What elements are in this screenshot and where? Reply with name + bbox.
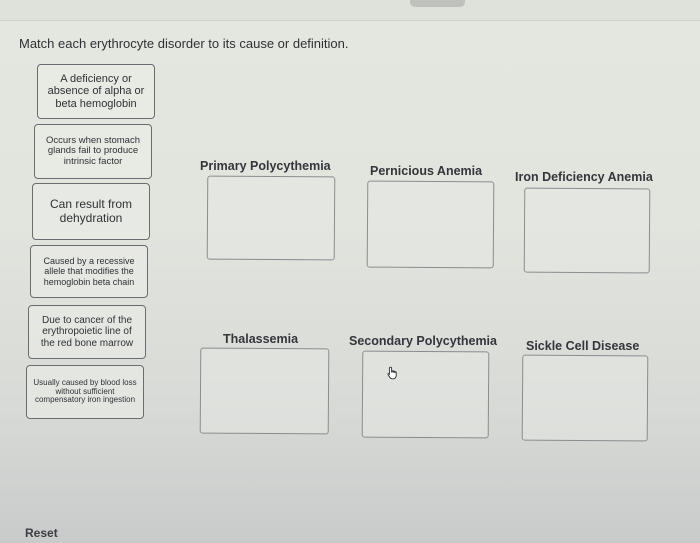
target-label-primary-polycythemia: Primary Polycythemia [200,159,331,173]
drop-zone-pernicious-anemia[interactable] [366,180,495,269]
top-tab[interactable] [410,0,465,7]
answer-card[interactable]: Usually caused by blood loss without suf… [26,365,144,419]
answer-card-text: Can result from dehydration [49,197,133,225]
question-instruction: Match each erythrocyte disorder to its c… [19,36,349,51]
answer-card[interactable]: Caused by a recessive allele that modifi… [30,245,148,298]
drop-zone-primary-polycythemia[interactable] [206,175,336,261]
target-label-iron-deficiency-anemia: Iron Deficiency Anemia [515,170,653,184]
target-label-thalassemia: Thalassemia [223,332,299,346]
answer-card-text: Due to cancer of the erythropoietic line… [40,315,134,349]
target-label-sickle-cell-disease: Sickle Cell Disease [526,339,640,353]
reset-button[interactable]: Reset [25,526,58,540]
drop-zone-sickle-cell-disease[interactable] [521,354,649,442]
target-label-secondary-polycythemia: Secondary Polycythemia [349,334,497,348]
answer-card-text: A deficiency or absence of alpha or beta… [47,73,145,110]
answer-card[interactable]: Due to cancer of the erythropoietic line… [28,305,146,359]
top-bar [0,0,700,21]
answer-card-text: Occurs when stomach glands fail to produ… [46,134,140,167]
answer-card-text: Usually caused by blood loss without suf… [33,377,137,405]
answer-card[interactable]: A deficiency or absence of alpha or beta… [37,64,155,119]
target-label-pernicious-anemia: Pernicious Anemia [370,164,483,178]
answer-card[interactable]: Can result from dehydration [32,183,150,240]
drop-zone-thalassemia[interactable] [199,347,330,435]
drop-zone-secondary-polycythemia[interactable] [361,350,490,439]
answer-card[interactable]: Occurs when stomach glands fail to produ… [34,124,152,179]
answer-card-text: Caused by a recessive allele that modifi… [43,256,135,287]
hand-pointer-icon [387,366,397,380]
drop-zone-iron-deficiency-anemia[interactable] [523,187,651,274]
